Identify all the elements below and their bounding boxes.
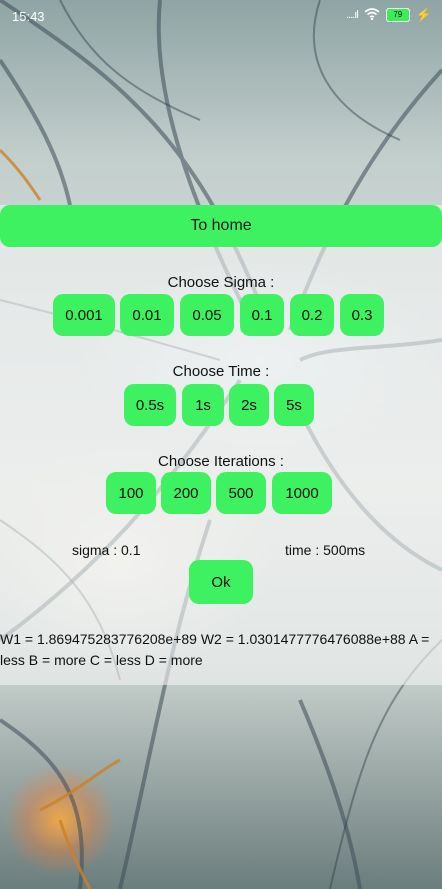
signal-icon: ....ıl xyxy=(346,9,359,21)
iterations-option-500[interactable]: 500 xyxy=(216,472,266,514)
time-option-1s[interactable]: 1s xyxy=(182,384,224,426)
sigma-option-0.001[interactable]: 0.001 xyxy=(53,294,115,336)
result-text: W1 = 1.869475283776208e+89 W2 = 1.030147… xyxy=(0,631,430,668)
sigma-option-0.01[interactable]: 0.01 xyxy=(120,294,174,336)
sigma-label: Choose Sigma : xyxy=(167,274,275,291)
time-label: Choose Time : xyxy=(172,363,270,380)
charging-icon: ⚡ xyxy=(415,7,432,22)
selected-sigma-text: sigma : 0.1 xyxy=(72,542,141,558)
time-option-2s[interactable]: 2s xyxy=(229,384,269,426)
sigma-option-0.2[interactable]: 0.2 xyxy=(290,294,334,336)
sigma-option-0.3[interactable]: 0.3 xyxy=(340,294,384,336)
to-home-button[interactable]: To home xyxy=(0,205,442,247)
time-option-5s[interactable]: 5s xyxy=(274,384,314,426)
ok-button[interactable]: Ok xyxy=(189,560,253,604)
wifi-icon xyxy=(364,7,380,23)
iterations-option-1000[interactable]: 1000 xyxy=(272,472,332,514)
battery-icon: 79 xyxy=(385,8,410,22)
status-icons: ....ıl 79 ⚡ xyxy=(346,7,432,23)
status-time: 15:43 xyxy=(12,9,45,24)
iterations-label: Choose Iterations : xyxy=(158,453,284,470)
status-bar: 15:43 ....ıl 79 ⚡ xyxy=(0,0,442,34)
iterations-option-100[interactable]: 100 xyxy=(106,472,156,514)
selected-time-text: time : 500ms xyxy=(285,542,366,558)
sigma-option-0.1[interactable]: 0.1 xyxy=(240,294,284,336)
sigma-option-0.05[interactable]: 0.05 xyxy=(180,294,234,336)
iterations-option-200[interactable]: 200 xyxy=(161,472,211,514)
time-option-0.5s[interactable]: 0.5s xyxy=(124,384,176,426)
